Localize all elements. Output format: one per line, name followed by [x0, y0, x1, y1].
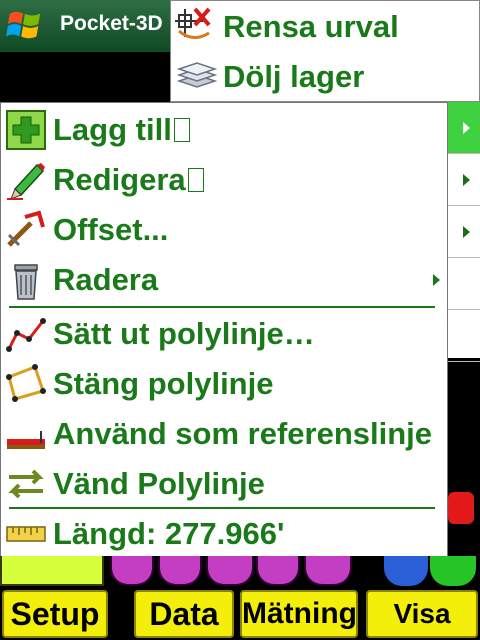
- ruler-icon: [6, 526, 46, 542]
- unknown-glyph: [187, 168, 204, 192]
- menu-item-close-polyline[interactable]: Stäng polylinje: [1, 359, 447, 409]
- menu-item-label: Stäng polylinje: [53, 366, 274, 401]
- menu-item-hide-layers[interactable]: Dölj lager: [171, 51, 479, 101]
- menu-item-label: Längd: 277.966': [53, 516, 285, 551]
- menu-item-label: Lagg till: [53, 112, 190, 148]
- close-polyline-icon: [6, 364, 46, 402]
- tool-button-minus[interactable]: [110, 556, 154, 586]
- tool-button-group[interactable]: [304, 556, 352, 586]
- hide-layers-icon: [176, 62, 217, 88]
- menu-item-label: Redigera: [53, 162, 204, 198]
- menu-separator: [9, 306, 435, 308]
- menu-item-edit[interactable]: Redigera: [1, 155, 447, 205]
- menu-item-label: Rensa urval: [223, 9, 399, 44]
- menu-item-label: Använd som referenslinje: [53, 416, 433, 451]
- menu-item-label: Vänd Polylinje: [53, 466, 265, 501]
- tool-button-target[interactable]: [430, 556, 476, 586]
- data-button[interactable]: Data: [134, 590, 234, 638]
- add-plus-icon: [6, 110, 46, 150]
- menu-item-offset[interactable]: Offset...: [1, 205, 447, 255]
- context-menu: Lagg till Redigera Offset... Radera Sätt…: [0, 102, 448, 558]
- chevron-right-icon: [433, 274, 440, 286]
- reference-line-icon: [7, 431, 45, 449]
- menu-item-label: Sätt ut polylinje…: [53, 316, 315, 351]
- top-popup-menu: Rensa urval Dölj lager: [170, 0, 480, 102]
- polyline-icon: [6, 318, 46, 352]
- matning-button[interactable]: Mätning: [240, 590, 358, 638]
- windows-start-icon[interactable]: [6, 6, 44, 44]
- setup-button[interactable]: Setup: [2, 590, 108, 638]
- reverse-arrows-icon: [8, 469, 44, 499]
- unknown-glyph: [173, 118, 190, 142]
- tool-button-square[interactable]: [206, 556, 254, 586]
- menu-item-label: Radera: [53, 262, 159, 297]
- offset-icon: [7, 210, 45, 247]
- menu-item-text: Redigera: [53, 162, 186, 197]
- menu-item-length[interactable]: Längd: 277.966': [1, 509, 447, 557]
- tool-button-plus[interactable]: [158, 556, 202, 586]
- menu-item-label: Dölj lager: [223, 59, 365, 94]
- clear-selection-icon: [175, 7, 211, 39]
- menu-item-label: Offset...: [53, 212, 169, 247]
- status-badge[interactable]: [446, 490, 476, 526]
- menu-item-stake-polyline[interactable]: Sätt ut polylinje…: [1, 309, 447, 359]
- chevron-right-icon: [463, 226, 470, 238]
- softkey-bar: Setup Data Mätning Visa: [0, 588, 480, 640]
- visa-button[interactable]: Visa: [366, 590, 478, 638]
- tool-row: [0, 556, 480, 588]
- menu-item-add[interactable]: Lagg till: [1, 105, 447, 155]
- tool-button-rotate[interactable]: [256, 556, 300, 586]
- menu-item-delete[interactable]: Radera: [1, 255, 447, 305]
- menu-item-reverse-polyline[interactable]: Vänd Polylinje: [1, 459, 447, 509]
- menu-item-text: Lagg till: [53, 112, 172, 147]
- trash-icon: [14, 264, 38, 300]
- app-title: Pocket-3D: [60, 12, 163, 35]
- tool-button-survey[interactable]: [0, 556, 104, 586]
- chevron-right-icon: [463, 174, 470, 186]
- tool-button-info[interactable]: [384, 556, 428, 586]
- menu-item-use-as-reference[interactable]: Använd som referenslinje: [1, 409, 447, 459]
- menu-item-clear-selection[interactable]: Rensa urval: [171, 1, 479, 51]
- pencil-icon: [7, 163, 45, 200]
- chevron-right-icon: [463, 122, 470, 134]
